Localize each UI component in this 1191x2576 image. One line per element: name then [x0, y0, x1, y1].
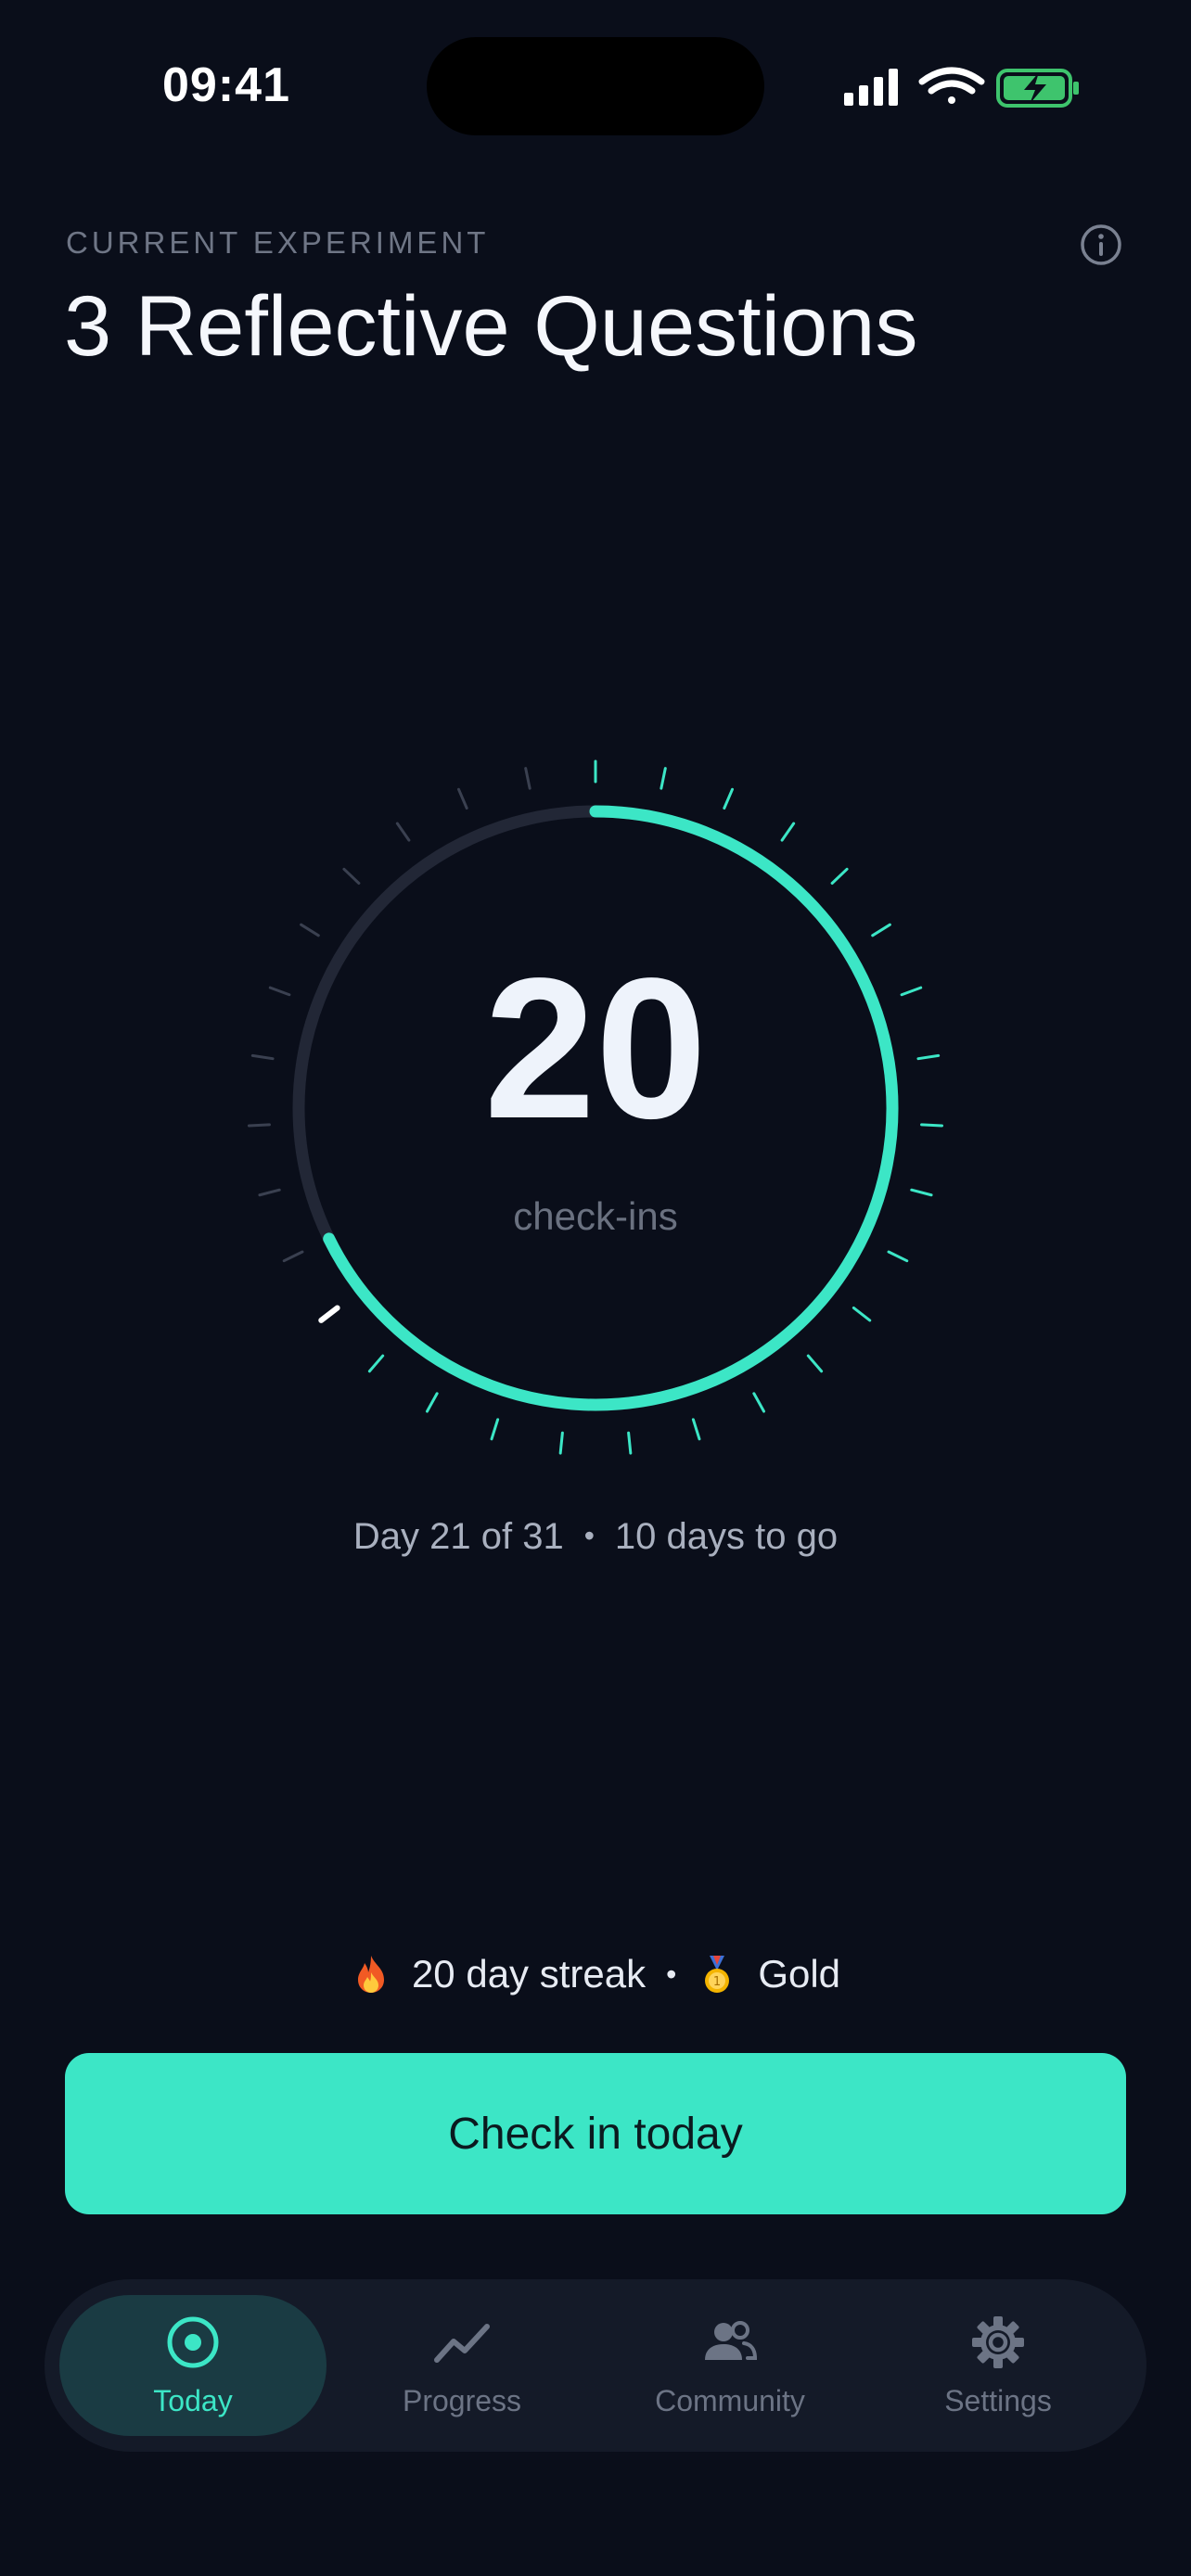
separator-dot: • — [583, 1519, 595, 1552]
ring-tick — [457, 787, 468, 810]
ring-tick — [367, 1354, 385, 1373]
day-count: Day 21 of 31 — [352, 1516, 564, 1557]
tab-settings[interactable]: Settings — [864, 2295, 1132, 2436]
ring-tick — [916, 1053, 941, 1061]
streak-text: 20 day streak — [411, 1952, 647, 1996]
ring-tick — [780, 822, 796, 842]
ring-tick — [852, 1306, 872, 1322]
ring-tick — [247, 1123, 271, 1128]
gear-icon — [972, 2315, 1024, 2368]
ring-tick — [627, 1431, 633, 1455]
ring-tick — [900, 986, 923, 997]
ring-tick — [920, 1123, 944, 1128]
ring-tick — [887, 1250, 909, 1263]
tab-community[interactable]: Community — [596, 2295, 864, 2436]
badge-text: Gold — [758, 1952, 841, 1996]
ring-tick — [425, 1392, 439, 1413]
medal-icon: 1 — [705, 1956, 730, 1993]
tab-label: Today — [153, 2383, 233, 2417]
ring-tick — [395, 822, 411, 842]
chart-line-icon — [434, 2323, 490, 2363]
people-icon — [705, 2320, 758, 2360]
day-progress-text: Day 21 of 31 • 10 days to go — [0, 1516, 1191, 1558]
tab-label: Progress — [402, 2383, 522, 2417]
ring-tick — [830, 867, 849, 885]
target-icon — [167, 2316, 219, 2367]
ring-tick — [258, 1188, 281, 1197]
tab-today[interactable]: Today — [59, 2295, 327, 2436]
progress-ring — [247, 759, 944, 1455]
fire-icon — [357, 1956, 384, 1993]
ring-tick — [910, 1188, 933, 1197]
ring-tick — [300, 923, 320, 937]
svg-text:1: 1 — [713, 1975, 721, 1989]
ring-tick — [282, 1250, 304, 1263]
separator-dot: • — [666, 1958, 677, 1991]
ring-tick — [268, 986, 291, 997]
ring-tick — [806, 1354, 824, 1373]
ring-tick — [558, 1431, 564, 1455]
ring-tick — [871, 923, 891, 937]
ring-tick — [490, 1418, 500, 1441]
days-remaining: 10 days to go — [614, 1516, 839, 1557]
ring-tick — [660, 767, 667, 790]
ring-tick — [342, 867, 361, 885]
check-in-button[interactable]: Check in today — [65, 2053, 1126, 2214]
tab-label: Community — [655, 2383, 805, 2417]
streak-summary: 20 day streak • 1 Gold — [0, 1952, 1191, 1996]
ring-tick — [752, 1392, 766, 1413]
ring-tick — [318, 1305, 340, 1323]
ring-tick — [691, 1418, 701, 1441]
tab-label: Settings — [944, 2383, 1052, 2417]
ring-tick — [250, 1053, 275, 1061]
tab-progress[interactable]: Progress — [328, 2295, 596, 2436]
checkins-label: check-ins — [513, 1194, 678, 1238]
ring-tick — [524, 767, 531, 790]
checkins-count: 20 — [483, 936, 708, 1160]
tab-bar: Today Progress Community Settings — [45, 2279, 1146, 2452]
ring-tick — [723, 787, 734, 810]
